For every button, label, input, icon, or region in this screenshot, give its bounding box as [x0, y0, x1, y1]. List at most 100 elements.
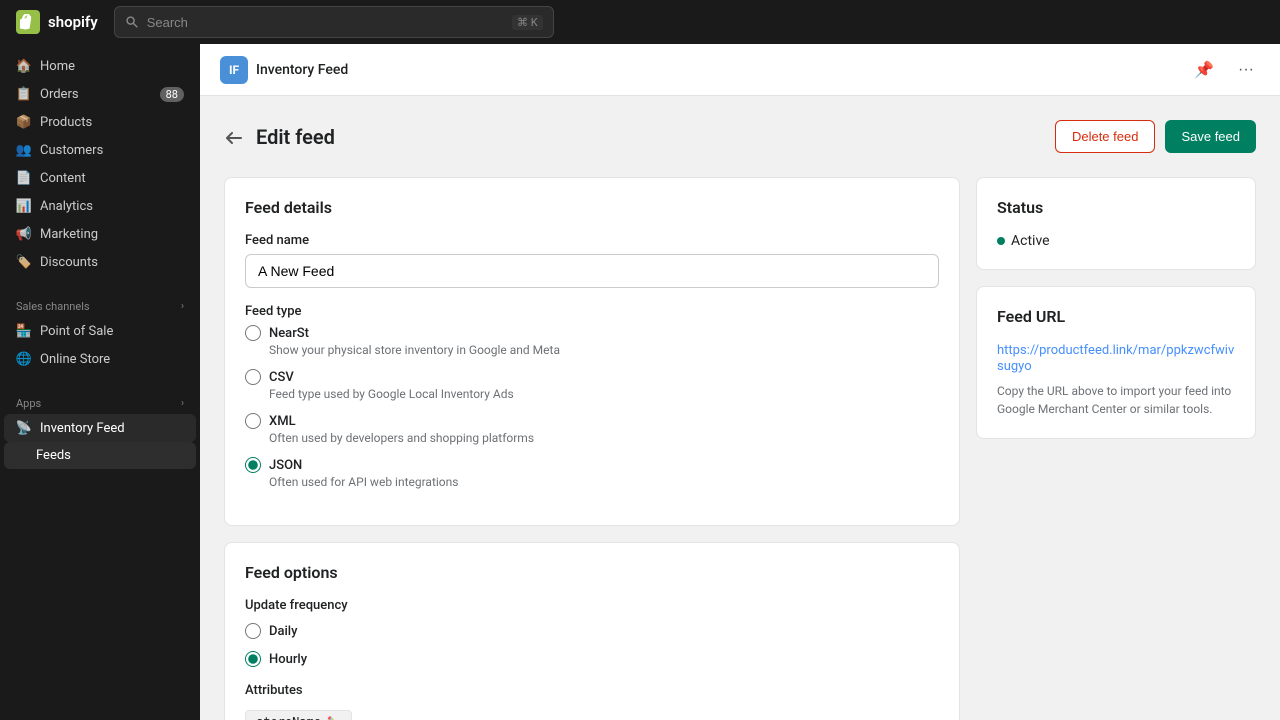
feed-name-group: Feed name — [245, 233, 939, 288]
sidebar-item-discounts[interactable]: 🏷️ Discounts — [4, 248, 196, 276]
feed-details-card: Feed details Feed name Feed type — [224, 177, 960, 526]
radio-label-daily[interactable]: Daily — [245, 623, 939, 639]
sidebar-item-online-store[interactable]: 🌐 Online Store — [4, 345, 196, 373]
radio-option-json: JSON Often used for API web integrations — [245, 457, 939, 489]
sidebar-item-marketing[interactable]: 📢 Marketing — [4, 220, 196, 248]
feed-type-label: Feed type — [245, 304, 939, 319]
shopify-logo-icon — [16, 10, 40, 34]
radio-label-xml[interactable]: XML — [245, 413, 939, 429]
customers-icon: 👥 — [16, 142, 32, 158]
attributes-list: storeName ✏️ id ✏️ title ✏️ — [245, 710, 939, 720]
feed-name-label: Feed name — [245, 233, 939, 248]
sidebar-item-label: Point of Sale — [40, 324, 113, 339]
radio-json-text: JSON — [269, 458, 302, 473]
page-title: Edit feed — [256, 125, 335, 149]
channel-icon: IF — [220, 56, 248, 84]
delete-feed-button[interactable]: Delete feed — [1055, 120, 1156, 153]
page-content: Edit feed Delete feed Save feed Feed det… — [200, 96, 1280, 720]
side-column: Status Active Feed URL https://productfe… — [976, 177, 1256, 720]
orders-icon: 📋 — [16, 86, 32, 102]
feed-type-radio-group: NearSt Show your physical store inventor… — [245, 325, 939, 489]
feed-url-desc: Copy the URL above to import your feed i… — [997, 382, 1235, 418]
content-icon: 📄 — [16, 170, 32, 186]
apps-label-text: Apps — [16, 397, 41, 410]
feed-url-link[interactable]: https://productfeed.link/mar/ppkzwcfwivs… — [997, 343, 1234, 374]
sidebar-item-home[interactable]: 🏠 Home — [4, 52, 196, 80]
sidebar-item-analytics[interactable]: 📊 Analytics — [4, 192, 196, 220]
sidebar-item-label: Orders — [40, 87, 79, 102]
radio-label-hourly[interactable]: Hourly — [245, 651, 939, 667]
apps-expand-icon[interactable]: › — [181, 398, 184, 409]
sidebar: 🏠 Home 📋 Orders 88 📦 Products 👥 Customer… — [0, 44, 200, 720]
radio-label-csv[interactable]: CSV — [245, 369, 939, 385]
attributes-group: Attributes storeName ✏️ id ✏️ — [245, 683, 939, 720]
sidebar-item-label: Discounts — [40, 255, 98, 270]
save-feed-button[interactable]: Save feed — [1165, 120, 1256, 153]
back-button[interactable] — [224, 127, 244, 147]
search-icon — [125, 15, 139, 29]
page-header-left: Edit feed — [224, 125, 335, 149]
channel-title-text: Inventory Feed — [256, 62, 348, 78]
sidebar-apps-section: Apps › 📡 Inventory Feed Feeds — [0, 381, 200, 477]
radio-label-json[interactable]: JSON — [245, 457, 939, 473]
radio-daily[interactable] — [245, 623, 261, 639]
feed-name-input[interactable] — [245, 254, 939, 288]
radio-nearst-text: NearSt — [269, 326, 309, 341]
radio-nearst[interactable] — [245, 325, 261, 341]
frequency-radio-group: Daily Hourly — [245, 623, 939, 667]
radio-json[interactable] — [245, 457, 261, 473]
more-button[interactable]: ··· — [1232, 57, 1260, 83]
radio-xml-text: XML — [269, 414, 296, 429]
radio-csv[interactable] — [245, 369, 261, 385]
sidebar-item-label: Customers — [40, 143, 103, 158]
feed-url-card-title: Feed URL — [997, 307, 1235, 326]
status-label: Active — [1011, 233, 1050, 249]
search-input[interactable] — [147, 15, 504, 30]
radio-csv-desc: Feed type used by Google Local Inventory… — [245, 387, 939, 401]
apps-label: Apps › — [0, 389, 200, 414]
sidebar-item-point-of-sale[interactable]: 🏪 Point of Sale — [4, 317, 196, 345]
attribute-storeName-text: storeName — [256, 715, 321, 720]
sidebar-item-label: Inventory Feed — [40, 421, 125, 436]
radio-csv-text: CSV — [269, 370, 294, 385]
sidebar-sales-channels-section: Sales channels › 🏪 Point of Sale 🌐 Onlin… — [0, 284, 200, 381]
feed-options-card: Feed options Update frequency Daily — [224, 542, 960, 720]
page-header: Edit feed Delete feed Save feed — [224, 120, 1256, 153]
sidebar-item-inventory-feed[interactable]: 📡 Inventory Feed — [4, 414, 196, 442]
sales-channels-label-text: Sales channels — [16, 300, 90, 313]
sidebar-item-label: Products — [40, 115, 92, 130]
channel-title: IF Inventory Feed — [220, 56, 348, 84]
radio-option-daily: Daily — [245, 623, 939, 639]
inventory-feed-icon: 📡 — [16, 420, 32, 436]
radio-hourly[interactable] — [245, 651, 261, 667]
main-column: Feed details Feed name Feed type — [224, 177, 960, 720]
update-frequency-label: Update frequency — [245, 598, 939, 613]
sidebar-sub-item-feeds[interactable]: Feeds — [4, 442, 196, 469]
attribute-storeName: storeName ✏️ — [245, 710, 352, 720]
page-actions: Delete feed Save feed — [1055, 120, 1256, 153]
expand-icon[interactable]: › — [181, 301, 184, 312]
orders-badge: 88 — [160, 87, 184, 102]
feed-url-card: Feed URL https://productfeed.link/mar/pp… — [976, 286, 1256, 439]
sidebar-item-orders[interactable]: 📋 Orders 88 — [4, 80, 196, 108]
radio-xml[interactable] — [245, 413, 261, 429]
sidebar-item-products[interactable]: 📦 Products — [4, 108, 196, 136]
radio-label-nearst[interactable]: NearSt — [245, 325, 939, 341]
back-arrow-icon — [224, 127, 244, 147]
radio-option-xml: XML Often used by developers and shoppin… — [245, 413, 939, 445]
home-icon: 🏠 — [16, 58, 32, 74]
pin-button[interactable]: 📌 — [1188, 56, 1220, 84]
sidebar-item-label: Analytics — [40, 199, 93, 214]
radio-option-csv: CSV Feed type used by Google Local Inven… — [245, 369, 939, 401]
layout: 🏠 Home 📋 Orders 88 📦 Products 👥 Customer… — [0, 44, 1280, 720]
radio-json-desc: Often used for API web integrations — [245, 475, 939, 489]
feed-details-title: Feed details — [245, 198, 939, 217]
search-input-wrap[interactable]: ⌘ K — [114, 6, 554, 38]
sidebar-item-content[interactable]: 📄 Content — [4, 164, 196, 192]
pos-icon: 🏪 — [16, 323, 32, 339]
sidebar-sub-item-label: Feeds — [36, 448, 71, 463]
topbar: shopify ⌘ K — [0, 0, 1280, 44]
sidebar-item-label: Online Store — [40, 352, 110, 367]
attribute-storeName-edit[interactable]: ✏️ — [327, 716, 341, 720]
sidebar-item-customers[interactable]: 👥 Customers — [4, 136, 196, 164]
